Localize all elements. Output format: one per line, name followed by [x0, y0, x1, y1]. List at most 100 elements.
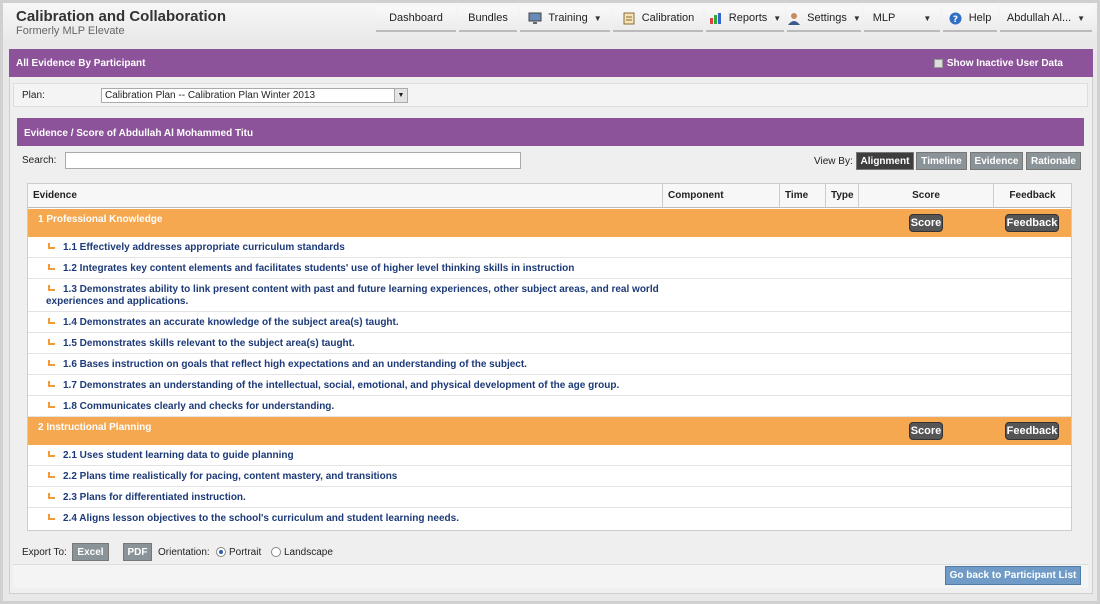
- footer-bar: [13, 564, 1088, 588]
- feedback-button[interactable]: Feedback: [1005, 214, 1059, 232]
- landscape-label[interactable]: Landscape: [284, 547, 333, 558]
- element-row[interactable]: 1.7 Demonstrates an understanding of the…: [28, 375, 1071, 396]
- evidence-panel-header: Evidence / Score of Abdullah Al Mohammed…: [17, 118, 1084, 146]
- plan-select[interactable]: Calibration Plan -- Calibration Plan Win…: [101, 88, 408, 103]
- element-row[interactable]: 1.8 Communicates clearly and checks for …: [28, 396, 1071, 417]
- view-by-evidence-button[interactable]: Evidence: [970, 152, 1023, 170]
- landscape-radio[interactable]: [271, 547, 281, 557]
- element-label[interactable]: 2.1 Uses student learning data to guide …: [63, 450, 294, 461]
- export-label: Export To:: [22, 547, 67, 558]
- column-header-score[interactable]: Score: [859, 184, 994, 208]
- column-header-feedback[interactable]: Feedback: [994, 184, 1071, 208]
- orientation-label: Orientation:: [158, 547, 210, 558]
- element-row[interactable]: 1.6 Bases instruction on goals that refl…: [28, 354, 1071, 375]
- column-header-time[interactable]: Time: [780, 184, 826, 208]
- nav-mlp[interactable]: MLP ▼: [864, 6, 940, 32]
- element-row[interactable]: 1.5 Demonstrates skills relevant to the …: [28, 333, 1071, 354]
- tree-branch-icon: [48, 339, 55, 345]
- nav-dashboard-label: Dashboard: [389, 12, 443, 24]
- nav-calibration-label: Calibration: [641, 12, 695, 24]
- element-row[interactable]: 1.3 Demonstrates ability to link present…: [28, 279, 1071, 312]
- score-button[interactable]: Score: [909, 422, 943, 440]
- nav-bundles[interactable]: Bundles: [459, 6, 517, 32]
- nav-mlp-label: MLP: [872, 12, 896, 24]
- standard-row: 1 Professional Knowledge Score Feedback: [28, 209, 1071, 237]
- tree-branch-icon: [48, 243, 55, 249]
- chevron-down-icon: ▼: [593, 13, 602, 23]
- standard-title: 2 Instructional Planning: [38, 422, 152, 433]
- svg-text:?: ?: [953, 15, 958, 25]
- feedback-button[interactable]: Feedback: [1005, 422, 1059, 440]
- app-subtitle: Formerly MLP Elevate: [16, 25, 125, 37]
- show-inactive-checkbox[interactable]: [933, 59, 943, 68]
- help-icon: ?: [949, 12, 963, 25]
- view-by-timeline-button[interactable]: Timeline: [916, 152, 967, 170]
- portrait-label[interactable]: Portrait: [229, 547, 261, 558]
- nav-reports[interactable]: Reports ▼: [706, 6, 784, 32]
- tree-branch-icon: [48, 451, 55, 457]
- element-label[interactable]: 2.3 Plans for differentiated instruction…: [63, 492, 246, 503]
- search-input[interactable]: [65, 152, 521, 169]
- app-title: Calibration and Collaboration: [16, 8, 227, 25]
- panel-title: All Evidence By Participant: [16, 58, 146, 69]
- nav-training-label: Training: [548, 12, 588, 24]
- portrait-radio[interactable]: [216, 547, 226, 557]
- chevron-down-icon: ▼: [1077, 13, 1086, 23]
- nav-dashboard[interactable]: Dashboard: [376, 6, 456, 32]
- nav-calibration[interactable]: Calibration: [613, 6, 703, 32]
- search-label: Search:: [22, 155, 57, 166]
- evidence-table: Evidence Component Time Type Score Feedb…: [27, 183, 1072, 531]
- show-inactive-label: Show Inactive User Data: [946, 58, 1063, 69]
- tree-branch-icon: [48, 402, 55, 408]
- tree-branch-icon: [48, 381, 55, 387]
- nav-settings[interactable]: Settings ▼: [787, 6, 861, 32]
- user-menu[interactable]: Abdullah Al... ▼: [1000, 6, 1092, 32]
- nav-training[interactable]: Training ▼: [520, 6, 610, 32]
- element-label[interactable]: 1.2 Integrates key content elements and …: [63, 263, 574, 274]
- user-settings-icon: [787, 12, 801, 25]
- element-label[interactable]: 2.4 Aligns lesson objectives to the scho…: [63, 513, 459, 524]
- element-label[interactable]: 1.8 Communicates clearly and checks for …: [63, 401, 334, 412]
- element-label[interactable]: 1.5 Demonstrates skills relevant to the …: [63, 338, 355, 349]
- tree-branch-icon: [48, 318, 55, 324]
- tree-branch-icon: [48, 360, 55, 366]
- plan-select-value: Calibration Plan -- Calibration Plan Win…: [105, 90, 316, 101]
- column-header-type[interactable]: Type: [826, 184, 859, 208]
- nav-bundles-label: Bundles: [468, 12, 508, 24]
- view-by-alignment-button[interactable]: Alignment: [856, 152, 914, 170]
- nav-help[interactable]: ? Help: [943, 6, 997, 32]
- nav-help-label: Help: [968, 12, 992, 24]
- tree-branch-icon: [48, 493, 55, 499]
- element-row[interactable]: 2.3 Plans for differentiated instruction…: [28, 487, 1071, 508]
- panel-header: All Evidence By Participant Show Inactiv…: [9, 49, 1093, 77]
- back-to-participant-list-button[interactable]: Go back to Participant List: [945, 566, 1081, 585]
- score-button[interactable]: Score: [909, 214, 943, 232]
- column-header-evidence[interactable]: Evidence: [28, 184, 663, 208]
- tree-branch-icon: [48, 285, 55, 291]
- tree-branch-icon: [48, 264, 55, 270]
- element-label[interactable]: 1.7 Demonstrates an understanding of the…: [63, 380, 619, 391]
- element-row[interactable]: 1.4 Demonstrates an accurate knowledge o…: [28, 312, 1071, 333]
- element-row[interactable]: 2.2 Plans time realistically for pacing,…: [28, 466, 1071, 487]
- chevron-down-icon: ▼: [923, 13, 932, 23]
- chevron-down-icon: ▼: [852, 13, 861, 23]
- export-pdf-button[interactable]: PDF: [123, 543, 152, 561]
- column-header-component[interactable]: Component: [663, 184, 780, 208]
- element-label[interactable]: 2.2 Plans time realistically for pacing,…: [63, 471, 397, 482]
- element-label[interactable]: 1.4 Demonstrates an accurate knowledge o…: [63, 317, 399, 328]
- show-inactive-toggle[interactable]: Show Inactive User Data: [933, 58, 1063, 69]
- export-excel-button[interactable]: Excel: [72, 543, 109, 561]
- element-row[interactable]: 1.1 Effectively addresses appropriate cu…: [28, 237, 1071, 258]
- element-row[interactable]: 2.4 Aligns lesson objectives to the scho…: [28, 508, 1071, 529]
- view-by-rationale-button[interactable]: Rationale: [1026, 152, 1081, 170]
- element-label[interactable]: 1.3 Demonstrates ability to link present…: [46, 284, 659, 307]
- clipboard-icon: [622, 12, 636, 25]
- nav-reports-label: Reports: [728, 12, 768, 24]
- plan-row: Plan: Calibration Plan -- Calibration Pl…: [13, 83, 1088, 107]
- element-row[interactable]: 1.2 Integrates key content elements and …: [28, 258, 1071, 279]
- chevron-down-icon[interactable]: ▼: [394, 89, 407, 102]
- standard-title: 1 Professional Knowledge: [38, 214, 163, 225]
- element-label[interactable]: 1.1 Effectively addresses appropriate cu…: [63, 242, 345, 253]
- element-row[interactable]: 2.1 Uses student learning data to guide …: [28, 445, 1071, 466]
- element-label[interactable]: 1.6 Bases instruction on goals that refl…: [63, 359, 527, 370]
